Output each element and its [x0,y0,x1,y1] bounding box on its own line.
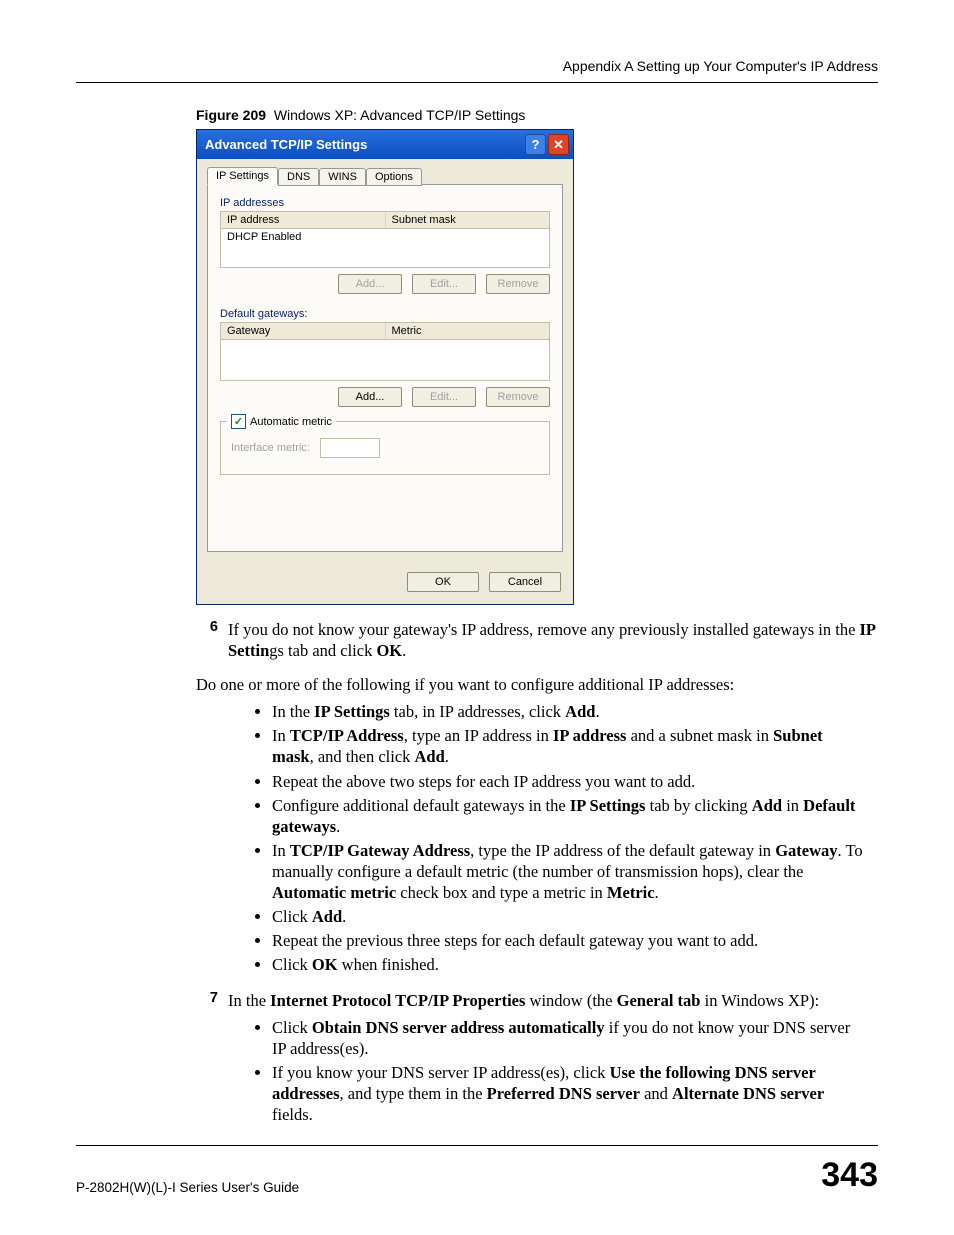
bullet-1: In the IP Settings tab, in IP addresses,… [272,701,878,722]
footer-guide-name: P-2802H(W)(L)-I Series User's Guide [76,1180,299,1195]
figure-number: Figure 209 [196,107,266,123]
figure-caption: Figure 209 Windows XP: Advanced TCP/IP S… [196,107,878,123]
interface-metric-input[interactable] [320,438,380,458]
col-ip-address: IP address [221,212,386,228]
lead-paragraph: Do one or more of the following if you w… [196,675,878,695]
bullet-4: Configure additional default gateways in… [272,795,878,837]
gw-add-button[interactable]: Add... [338,387,402,407]
interface-metric-label: Interface metric: [231,442,310,454]
step-7-text: In the Internet Protocol TCP/IP Properti… [228,990,878,1011]
bullet-8: Click OK when finished. [272,954,878,975]
col-gateway: Gateway [221,323,386,339]
ok-button[interactable]: OK [407,572,479,592]
gw-list-body[interactable] [220,340,550,381]
group-ip-addresses: IP addresses [220,197,550,209]
close-icon[interactable]: ✕ [548,134,569,155]
ip-list-body[interactable]: DHCP Enabled [220,229,550,268]
help-icon[interactable]: ? [525,134,546,155]
automatic-metric-checkbox[interactable]: ✓ [231,414,246,429]
bullet7-1: Click Obtain DNS server address automati… [272,1017,878,1059]
group-default-gateways: Default gateways: [220,308,550,320]
tab-bar: IP Settings DNS WINS Options [207,167,563,185]
automatic-metric-label: Automatic metric [250,416,332,428]
step-number: 7 [192,990,218,1011]
step-7: 7 In the Internet Protocol TCP/IP Proper… [192,990,878,1011]
bullet-2: In TCP/IP Address, type an IP address in… [272,725,878,767]
ip-remove-button[interactable]: Remove [486,274,550,294]
bullet-list-1: In the IP Settings tab, in IP addresses,… [76,701,878,975]
ip-list-header: IP address Subnet mask [220,211,550,229]
step-number: 6 [192,619,218,661]
col-subnet-mask: Subnet mask [386,212,550,228]
tab-options[interactable]: Options [366,168,422,186]
tab-wins[interactable]: WINS [319,168,366,186]
tab-pane-ip: IP addresses IP address Subnet mask DHCP… [207,184,563,552]
ip-edit-button[interactable]: Edit... [412,274,476,294]
page-footer: P-2802H(W)(L)-I Series User's Guide 343 [76,1145,878,1195]
cancel-button[interactable]: Cancel [489,572,561,592]
ip-list-status: DHCP Enabled [227,231,301,243]
group-automatic-metric: ✓ Automatic metric Interface metric: [220,421,550,475]
dialog-advanced-tcpip: Advanced TCP/IP Settings ? ✕ IP Settings… [196,129,574,605]
step-6-text: If you do not know your gateway's IP add… [228,619,878,661]
ip-add-button[interactable]: Add... [338,274,402,294]
page-number: 343 [821,1156,878,1195]
header-rule [76,82,878,83]
gw-edit-button[interactable]: Edit... [412,387,476,407]
tab-dns[interactable]: DNS [278,168,319,186]
tab-ip-settings[interactable]: IP Settings [207,167,278,185]
bullet-7: Repeat the previous three steps for each… [272,930,878,951]
window-title: Advanced TCP/IP Settings [205,137,367,152]
bullet-list-2: Click Obtain DNS server address automati… [76,1017,878,1126]
bullet-3: Repeat the above two steps for each IP a… [272,771,878,792]
bullet-6: Click Add. [272,906,878,927]
col-metric: Metric [386,323,550,339]
step-6: 6 If you do not know your gateway's IP a… [192,619,878,661]
gw-remove-button[interactable]: Remove [486,387,550,407]
figure-caption-text: Windows XP: Advanced TCP/IP Settings [274,107,526,123]
running-header: Appendix A Setting up Your Computer's IP… [76,58,878,74]
bullet-5: In TCP/IP Gateway Address, type the IP a… [272,840,878,903]
titlebar: Advanced TCP/IP Settings ? ✕ [197,130,573,159]
gw-list-header: Gateway Metric [220,322,550,340]
bullet7-2: If you know your DNS server IP address(e… [272,1062,878,1125]
